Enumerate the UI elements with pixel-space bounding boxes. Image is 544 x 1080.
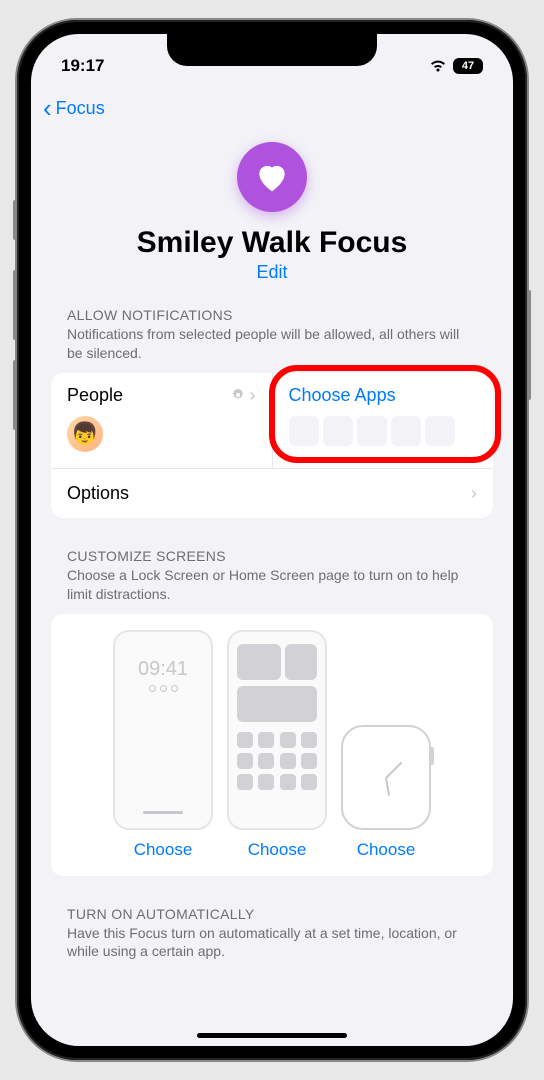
people-cell[interactable]: People › 👦 [51,373,273,468]
watch-preview [341,725,431,830]
watch-item: Choose [341,725,431,860]
screens-card: 09:41 Choose Choose [51,614,493,876]
options-row[interactable]: Options › [51,468,493,518]
volume-up [13,270,17,340]
screens-section: CUSTOMIZE SCREENS Choose a Lock Screen o… [31,548,513,876]
chevron-left-icon: ‹ [43,95,52,121]
notifications-desc: Notifications from selected people will … [51,325,493,373]
automation-section: TURN ON AUTOMATICALLY Have this Focus tu… [31,906,513,972]
choose-apps-label: Choose Apps [289,385,396,406]
lock-screen-preview: 09:41 [113,630,213,830]
lock-screen-item: 09:41 Choose [113,630,213,860]
automation-desc: Have this Focus turn on automatically at… [51,924,493,972]
notch [167,34,377,66]
wifi-icon [429,59,447,73]
gear-icon [230,387,246,403]
volume-down [13,360,17,430]
people-label: People [67,385,123,406]
notifications-card: People › 👦 Choose Apps [51,373,493,518]
lock-time: 09:41 [123,658,203,681]
battery-icon: 47 [453,58,483,74]
status-indicators: 47 [429,58,483,74]
back-button[interactable]: ‹ Focus [43,95,105,121]
status-time: 19:17 [61,56,104,76]
choose-lock-button[interactable]: Choose [134,840,193,860]
mute-switch [13,200,17,240]
screen: 19:17 47 ‹ Focus Smiley Walk Focus Edit [31,34,513,1046]
home-indicator[interactable] [197,1033,347,1038]
app-placeholders [289,416,478,446]
notifications-header: ALLOW NOTIFICATIONS [51,307,493,323]
navigation-bar: ‹ Focus [31,84,513,132]
phone-frame: 19:17 47 ‹ Focus Smiley Walk Focus Edit [17,20,527,1060]
choose-watch-button[interactable]: Choose [357,840,416,860]
screens-desc: Choose a Lock Screen or Home Screen page… [51,566,493,614]
automation-header: TURN ON AUTOMATICALLY [51,906,493,922]
apps-cell[interactable]: Choose Apps [273,373,494,468]
battery-percent: 47 [462,60,474,72]
focus-header: Smiley Walk Focus Edit [31,132,513,307]
heart-icon [237,142,307,212]
power-button [527,290,531,400]
person-avatar: 👦 [67,416,103,452]
chevron-right-icon: › [471,483,477,504]
options-label: Options [67,483,129,504]
focus-title: Smiley Walk Focus [51,226,493,260]
home-screen-item: Choose [227,630,327,860]
chevron-right-icon: › [250,385,256,406]
choose-home-button[interactable]: Choose [248,840,307,860]
lock-dots [123,685,203,692]
edit-button[interactable]: Edit [51,262,493,283]
notifications-section: ALLOW NOTIFICATIONS Notifications from s… [31,307,513,518]
back-label: Focus [56,98,105,119]
screens-header: CUSTOMIZE SCREENS [51,548,493,564]
home-screen-preview [227,630,327,830]
